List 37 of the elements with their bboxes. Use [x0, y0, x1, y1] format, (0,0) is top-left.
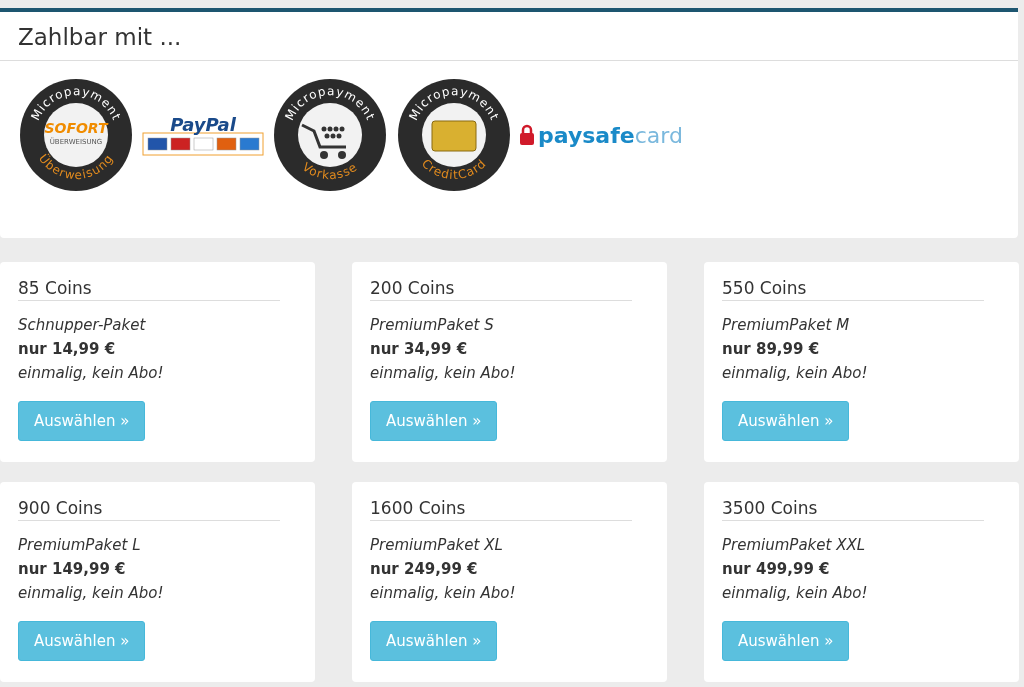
sofort-text: SOFORT	[44, 120, 108, 136]
coins-heading: 900 Coins	[18, 498, 280, 521]
package-name: PremiumPaket XL	[370, 535, 504, 556]
select-button[interactable]: Auswählen »	[370, 401, 498, 441]
coins-heading: 85 Coins	[18, 278, 280, 301]
package-note: einmalig, kein Abo!	[722, 583, 869, 604]
package-name: PremiumPaket M	[722, 315, 851, 336]
select-button[interactable]: Auswählen »	[370, 621, 498, 661]
package-name: Schnupper-Paket	[18, 315, 147, 336]
package-price: nur 14,99 €	[18, 339, 117, 360]
cart-icon	[301, 123, 346, 159]
package-note: einmalig, kein Abo!	[18, 583, 165, 604]
paysafecard-logo: paysafecard	[520, 122, 683, 148]
package-note: einmalig, kein Abo!	[18, 363, 165, 384]
package-name: PremiumPaket XXL	[722, 535, 867, 556]
coins-heading: 3500 Coins	[722, 498, 984, 521]
select-button[interactable]: Auswählen »	[18, 401, 146, 441]
package-price: nur 149,99 €	[18, 559, 127, 580]
coins-heading: 550 Coins	[722, 278, 984, 301]
select-button[interactable]: Auswählen »	[722, 401, 850, 441]
package-name: PremiumPaket S	[370, 315, 495, 336]
coins-heading: 200 Coins	[370, 278, 632, 301]
package-price: nur 499,99 €	[722, 559, 831, 580]
select-button[interactable]: Auswählen »	[18, 621, 146, 661]
panel-title: Zahlbar mit ...	[0, 12, 1018, 61]
package-note: einmalig, kein Abo!	[370, 363, 517, 384]
coins-heading: 1600 Coins	[370, 498, 632, 521]
package-note: einmalig, kein Abo!	[370, 583, 517, 604]
badge-bottom-text: Vorkasse	[299, 159, 361, 183]
package-note: einmalig, kein Abo!	[722, 363, 869, 384]
package-name: PremiumPaket L	[18, 535, 142, 556]
credit-card-icon	[431, 120, 477, 152]
package-price: nur 249,99 €	[370, 559, 479, 580]
package-price: nur 89,99 €	[722, 339, 821, 360]
badge-bottom-text: CreditCard	[418, 156, 490, 183]
package-price: nur 34,99 €	[370, 339, 469, 360]
select-button[interactable]: Auswählen »	[722, 621, 850, 661]
